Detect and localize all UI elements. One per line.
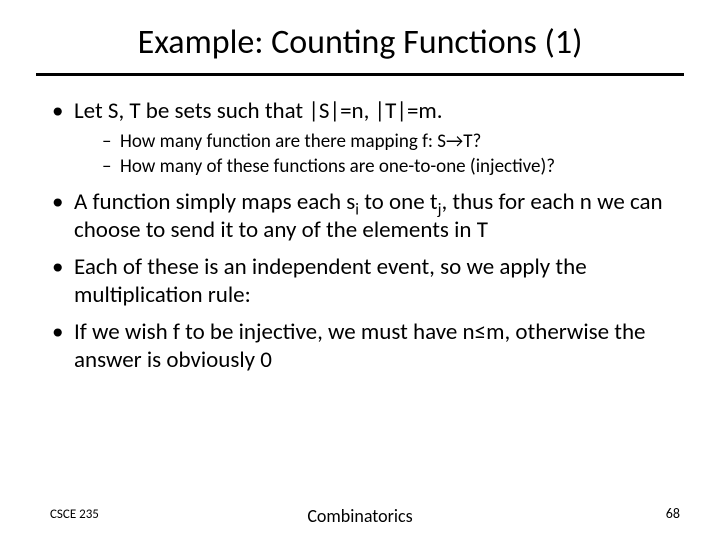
slide-footer: CSCE 235 Combinatorics 68 bbox=[0, 505, 720, 522]
bullet-text: Each of these is an independent event, s… bbox=[74, 253, 587, 309]
bullet-text: If we wish f to be injective, we must ha… bbox=[74, 318, 646, 374]
slide: Example: Counting Functions (1) Let S, T… bbox=[0, 0, 720, 540]
bullet-text: Let S, T be sets such that |S|=n, |T|=m. bbox=[74, 97, 443, 125]
bullet-item: Each of these is an independent event, s… bbox=[50, 254, 670, 309]
sub-bullet-text: How many function are there mapping f: S… bbox=[120, 130, 481, 153]
bullet-text-part: to one t bbox=[359, 188, 438, 216]
bullet-item: Let S, T be sets such that |S|=n, |T|=m.… bbox=[50, 98, 670, 179]
sub-bullet-list: How many function are there mapping f: S… bbox=[74, 130, 670, 180]
bullet-list: Let S, T be sets such that |S|=n, |T|=m.… bbox=[50, 98, 670, 375]
bullet-item: If we wish f to be injective, we must ha… bbox=[50, 319, 670, 374]
slide-title: Example: Counting Functions (1) bbox=[0, 0, 720, 73]
sub-bullet-item: How many function are there mapping f: S… bbox=[102, 130, 670, 154]
slide-number: 68 bbox=[666, 505, 680, 522]
sub-bullet-text: How many of these functions are one-to-o… bbox=[120, 155, 555, 178]
slide-body: Let S, T be sets such that |S|=n, |T|=m.… bbox=[0, 76, 720, 375]
footer-center: Combinatorics bbox=[0, 505, 720, 527]
bullet-text-part: A function simply maps each s bbox=[74, 188, 355, 216]
sub-bullet-item: How many of these functions are one-to-o… bbox=[102, 155, 670, 179]
bullet-item: A function simply maps each si to one tj… bbox=[50, 189, 670, 244]
